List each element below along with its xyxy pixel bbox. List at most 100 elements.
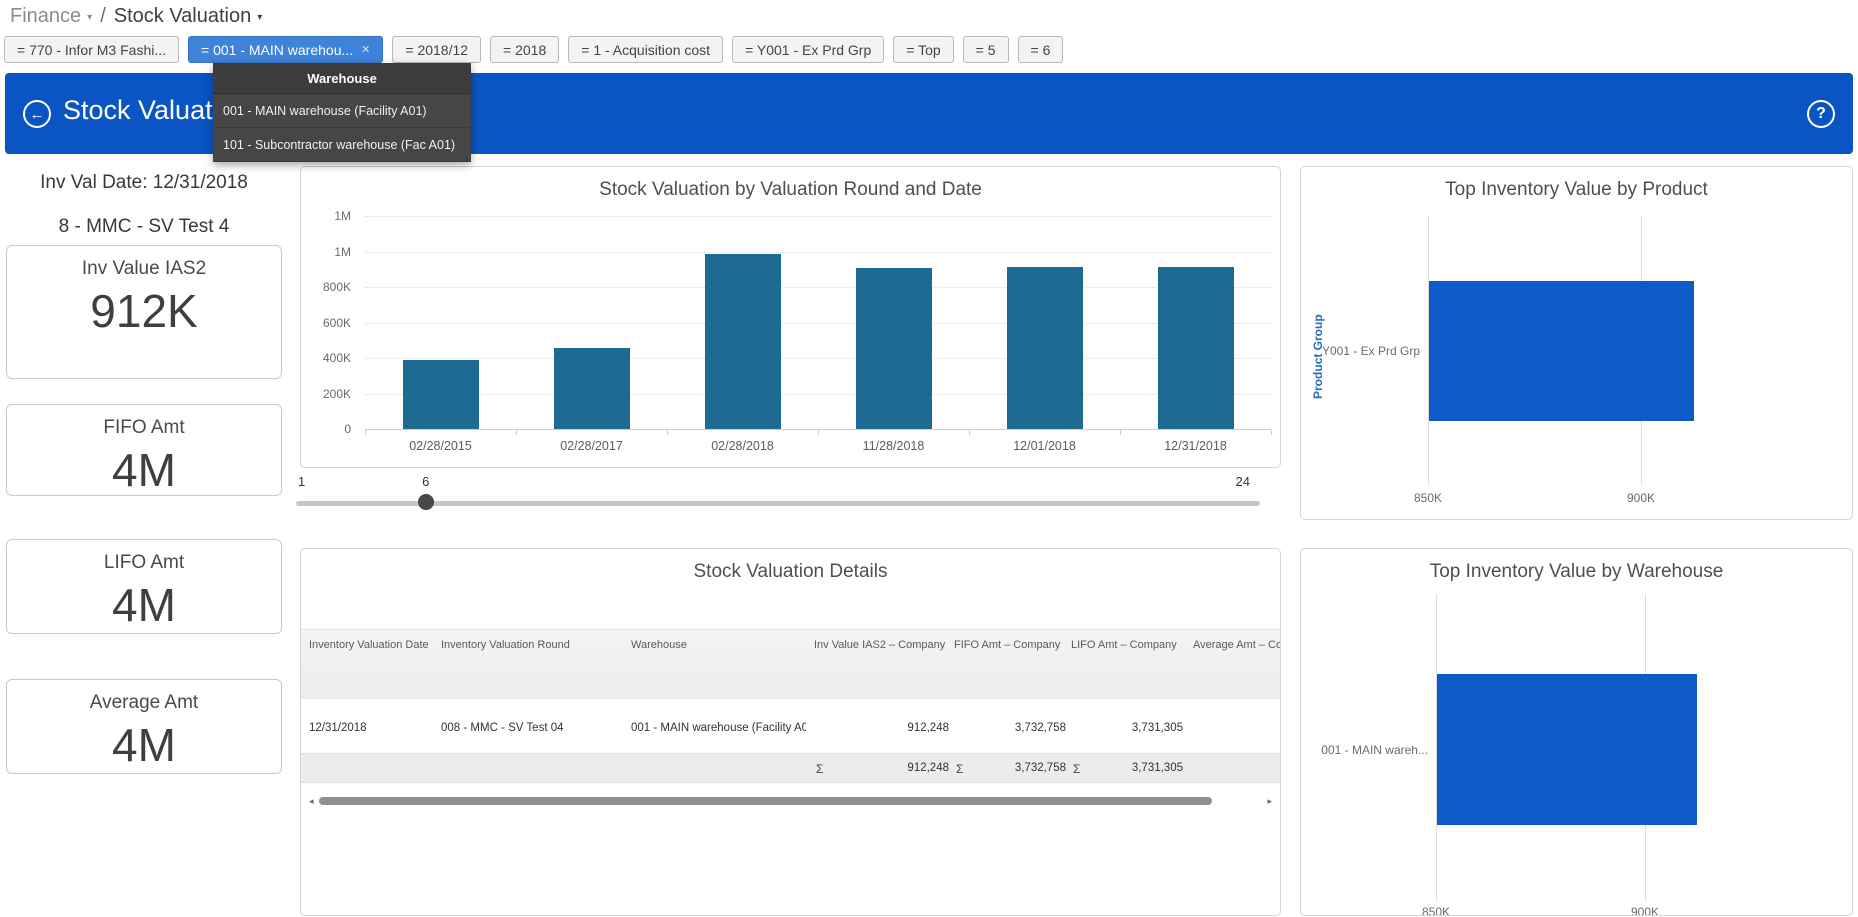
table-row[interactable]: 12/31/2018008 - MMC - SV Test 04 001 - MA… <box>301 713 1280 743</box>
back-button[interactable]: ← <box>23 100 51 128</box>
y-axis-labels: 0200K400K600K800K1M1M <box>301 216 359 429</box>
table-cell[interactable]: 3,732,758 <box>954 713 1066 734</box>
bar[interactable] <box>1158 267 1234 429</box>
kpi-card: Average Amt 4M <box>6 679 282 774</box>
x-tick-label: 02/28/2018 <box>667 439 818 453</box>
chart-title: Top Inventory Value by Product <box>1301 179 1852 201</box>
valuation-round-range-slider: 1 6 24 <box>296 470 1260 515</box>
totals-value: 3,731,305 <box>1132 762 1183 774</box>
horizontal-scrollbar[interactable]: ◂ ▸ <box>309 795 1272 807</box>
kpi-value: 4M <box>7 443 281 497</box>
table-cell[interactable]: 001 - MAIN warehouse (Facility A01) <box>631 713 806 734</box>
y-tick-label: 1M <box>301 245 351 259</box>
kpi-label: FIFO Amt <box>7 417 281 439</box>
table-header-row: Inventory Valuation DateInventory Valuat… <box>301 629 1280 699</box>
filter-chip-label: = 2018/12 <box>405 42 468 58</box>
filter-chip[interactable]: = 770 - Infor M3 Fashi... <box>4 36 179 63</box>
y-tick-label: 0 <box>301 422 351 436</box>
scrollbar-thumb[interactable] <box>319 797 1212 805</box>
kpi-value: 4M <box>7 718 281 772</box>
gridline <box>365 252 1271 253</box>
bar[interactable] <box>1429 281 1694 421</box>
column-header[interactable]: FIFO Amt – Company <box>954 630 1066 651</box>
column-header[interactable]: Average Amt – Co <box>1193 630 1280 651</box>
x-tick-label: 02/28/2015 <box>365 439 516 453</box>
top-inventory-by-warehouse-panel: Top Inventory Value by Warehouse 850K900… <box>1300 548 1853 916</box>
y-tick-label: 1M <box>301 209 351 223</box>
axis-tick <box>818 430 819 435</box>
column-header[interactable]: Warehouse <box>631 630 806 651</box>
scroll-left-icon[interactable]: ◂ <box>309 796 314 807</box>
close-icon[interactable]: ✕ <box>361 43 370 56</box>
help-button[interactable]: ? <box>1807 100 1835 128</box>
warehouse-filter-dropdown: Warehouse 001 - MAIN warehouse (Facility… <box>213 63 471 162</box>
x-tick-label: 900K <box>1606 491 1676 505</box>
chart-title: Top Inventory Value by Warehouse <box>1301 561 1852 583</box>
gridline <box>365 216 1271 217</box>
filter-chip[interactable]: = 1 - Acquisition cost <box>568 36 723 63</box>
bar[interactable] <box>554 348 630 429</box>
gridline <box>365 287 1271 288</box>
dropdown-option[interactable]: 101 - Subcontractor warehouse (Fac A01) <box>213 128 471 162</box>
sum-icon: Σ <box>1073 762 1080 774</box>
kpi-value: 912K <box>7 284 281 338</box>
kpi-label: LIFO Amt <box>7 552 281 574</box>
totals-cell <box>309 754 439 762</box>
column-header[interactable]: Inv Value IAS2 – Company <box>814 630 949 651</box>
back-arrow-icon: ← <box>30 106 45 123</box>
kpi-card: FIFO Amt 4M <box>6 404 282 496</box>
filter-chip-label: = Top <box>906 42 940 58</box>
filter-chip[interactable]: = Top <box>893 36 953 63</box>
breadcrumb-page-dropdown[interactable]: Stock Valuation ▾ <box>114 5 263 28</box>
totals-cell <box>441 754 621 762</box>
dashboard-page: Finance ▾ / Stock Valuation ▾ = 770 - In… <box>0 0 1858 917</box>
stock-valuation-details-panel: Stock Valuation Details Inventory Valuat… <box>300 548 1281 916</box>
top-inventory-by-product-panel: Top Inventory Value by Product Product G… <box>1300 166 1853 520</box>
filter-chip[interactable]: = Y001 - Ex Prd Grp <box>732 36 884 63</box>
slider-handle[interactable] <box>418 494 434 510</box>
x-tick-label: 850K <box>1401 905 1471 916</box>
bar[interactable] <box>1007 267 1083 429</box>
filter-chip-label: = 6 <box>1031 42 1051 58</box>
bar[interactable] <box>705 254 781 429</box>
filter-chip[interactable]: = 2018 <box>490 36 559 63</box>
axis-tick <box>1120 430 1121 435</box>
bar[interactable] <box>403 360 479 429</box>
category-label: 001 - MAIN wareh... <box>1300 743 1428 757</box>
table-cell[interactable]: 3,731,305 <box>1071 713 1183 734</box>
bar[interactable] <box>856 268 932 429</box>
scroll-right-icon[interactable]: ▸ <box>1267 796 1272 807</box>
y-tick-label: 400K <box>301 351 351 365</box>
gridline <box>365 358 1271 359</box>
axis-tick <box>365 430 366 435</box>
kpi-card: Inv Value IAS2912K <box>6 245 282 379</box>
breadcrumb-section-label: Finance <box>10 5 81 28</box>
bar-chart-plot: 02/28/201502/28/201702/28/201811/28/2018… <box>365 216 1271 429</box>
breadcrumb-section-dropdown[interactable]: Finance ▾ <box>10 5 92 28</box>
table-cell[interactable]: 008 - MMC - SV Test 04 <box>441 713 621 734</box>
column-header[interactable]: Inventory Valuation Date <box>309 630 439 651</box>
valuation-round-text: 8 - MMC - SV Test 4 <box>6 216 282 238</box>
x-tick-label: 11/28/2018 <box>818 439 969 453</box>
table-cell[interactable] <box>1193 713 1280 722</box>
table-cell[interactable]: 912,248 <box>814 713 949 734</box>
axis-tick <box>667 430 668 435</box>
filter-chip[interactable]: = 5 <box>963 36 1009 63</box>
stock-valuation-chart-panel: Stock Valuation by Valuation Round and D… <box>300 166 1281 468</box>
y-tick-label: 600K <box>301 316 351 330</box>
kpi-label: Average Amt <box>7 692 281 714</box>
category-label: Y001 - Ex Prd Grp <box>1300 344 1420 358</box>
filter-chip-label: = Y001 - Ex Prd Grp <box>745 42 871 58</box>
gridline <box>365 323 1271 324</box>
breadcrumb-separator: / <box>100 5 106 28</box>
table-cell[interactable]: 12/31/2018 <box>309 713 439 734</box>
filter-chip[interactable]: = 6 <box>1018 36 1064 63</box>
bar[interactable] <box>1437 674 1697 825</box>
dropdown-option[interactable]: 001 - MAIN warehouse (Facility A01) <box>213 94 471 128</box>
column-header[interactable]: Inventory Valuation Round <box>441 630 621 651</box>
column-header[interactable]: LIFO Amt – Company <box>1071 630 1183 651</box>
filter-chip[interactable]: = 2018/12 <box>392 36 481 63</box>
slider-track[interactable] <box>296 501 1260 506</box>
x-tick-label: 12/01/2018 <box>969 439 1120 453</box>
filter-chip[interactable]: = 001 - MAIN warehou...✕ <box>188 36 383 63</box>
